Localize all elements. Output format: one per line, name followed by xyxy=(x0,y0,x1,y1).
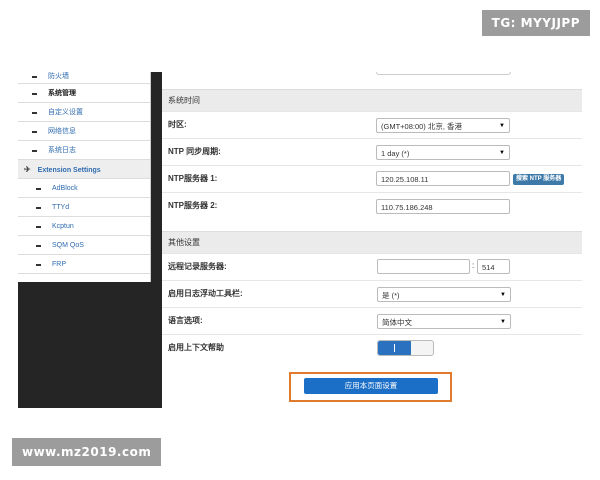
dash-icon xyxy=(32,112,37,114)
ntp-period-select[interactable]: 1 day (*) ▼ xyxy=(376,145,510,160)
sidebar-item-system-log[interactable]: 系统日志 xyxy=(18,141,150,160)
ntp-server-2-input[interactable]: 110.75.186.248 xyxy=(376,199,510,214)
log-toolbar-label: 启用日志浮动工具栏: xyxy=(168,289,243,298)
ntp-period-label: NTP 同步周期: xyxy=(168,147,221,156)
chevron-down-icon: ▼ xyxy=(500,292,506,298)
sidebar-item-label: SQM QoS xyxy=(52,242,84,249)
dash-icon xyxy=(36,245,41,247)
settings-panel: 系统时间 时区: (GMT+08:00) 北京, 香港 ▼ NTP 同步周期: … xyxy=(162,72,582,408)
language-label: 语言选项: xyxy=(168,316,203,325)
ntp-period-row: NTP 同步周期: 1 day (*) ▼ xyxy=(162,138,582,165)
port-separator: : xyxy=(472,261,475,270)
language-row: 语言选项: 简体中文 ▼ xyxy=(162,307,582,334)
sidebar-item-frp[interactable]: FRP xyxy=(18,255,150,274)
dash-icon xyxy=(36,226,41,228)
remote-log-port-value: 514 xyxy=(482,263,495,272)
chevron-down-icon: ▼ xyxy=(499,123,505,129)
dash-icon xyxy=(32,76,37,78)
sidebar-item-label: 自定义设置 xyxy=(48,109,83,116)
remote-log-label: 远程记录服务器: xyxy=(168,262,227,271)
timezone-row: 时区: (GMT+08:00) 北京, 香港 ▼ xyxy=(162,111,582,138)
sidebar-item-sqm-qos[interactable]: SQM QoS xyxy=(18,236,150,255)
dash-icon xyxy=(36,188,41,190)
ntp-server-2-value: 110.75.186.248 xyxy=(381,203,433,212)
dash-icon xyxy=(36,264,41,266)
section-header-other-settings: 其他设置 xyxy=(162,231,582,253)
search-ntp-server-button[interactable]: 搜索 NTP 服务器 xyxy=(513,174,565,185)
sidebar-item-label: 系统日志 xyxy=(48,147,76,154)
sidebar-item-label: 网络信息 xyxy=(48,128,76,135)
language-value: 简体中文 xyxy=(382,318,412,327)
ntp-server-2-label: NTP服务器 2: xyxy=(168,201,218,210)
sidebar-item-system-admin[interactable]: 系统管理 xyxy=(18,84,150,103)
ntp-server-1-input[interactable]: 120.25.108.11 xyxy=(376,171,510,186)
remote-log-host-input[interactable] xyxy=(377,259,470,274)
ntp-server-1-label: NTP服务器 1: xyxy=(168,174,218,183)
log-toolbar-row: 启用日志浮动工具栏: 是 (*) ▼ xyxy=(162,280,582,307)
airplane-icon: ✈ xyxy=(24,165,31,174)
sidebar-item-adblock[interactable]: AdBlock xyxy=(18,179,150,198)
language-select[interactable]: 简体中文 ▼ xyxy=(377,314,511,329)
dash-icon xyxy=(32,93,37,95)
watermark-top-right: TG: MYYJJPP xyxy=(481,10,590,36)
remote-log-row: 远程记录服务器: : 514 xyxy=(162,253,582,280)
sidebar-item-label: 防火墙 xyxy=(48,73,69,80)
remote-log-port-input[interactable]: 514 xyxy=(477,259,510,274)
sidebar-item-kcptun[interactable]: Kcptun xyxy=(18,217,150,236)
sidebar-item-network-info[interactable]: 网络信息 xyxy=(18,122,150,141)
sidebar-item-ttyd[interactable]: TTYd xyxy=(18,198,150,217)
dash-icon xyxy=(32,131,37,133)
timezone-select[interactable]: (GMT+08:00) 北京, 香港 ▼ xyxy=(376,118,510,133)
sidebar-group-label: Extension Settings xyxy=(37,167,101,174)
context-help-toggle[interactable] xyxy=(377,340,434,356)
sidebar-item-label: Kcptun xyxy=(52,223,74,230)
log-toolbar-select[interactable]: 是 (*) ▼ xyxy=(377,287,511,302)
timezone-value: (GMT+08:00) 北京, 香港 xyxy=(381,122,463,131)
ntp-server-1-row: NTP服务器 1: 120.25.108.11 搜索 NTP 服务器 xyxy=(162,165,582,192)
sidebar-item-label: 系统管理 xyxy=(48,90,76,97)
sidebar-group-extension-settings[interactable]: ✈ Extension Settings xyxy=(18,160,150,179)
chevron-down-icon: ▼ xyxy=(499,150,505,156)
watermark-bottom-left: www.mz2019.com xyxy=(12,438,162,466)
truncated-field xyxy=(376,72,511,75)
log-toolbar-value: 是 (*) xyxy=(382,291,400,300)
chevron-down-icon: ▼ xyxy=(500,319,506,325)
sidebar-item-label: AdBlock xyxy=(52,185,78,192)
context-help-row: 启用上下文帮助 xyxy=(162,334,582,362)
context-help-label: 启用上下文帮助 xyxy=(168,343,224,352)
timezone-label: 时区: xyxy=(168,120,187,129)
ntp-period-value: 1 day (*) xyxy=(381,149,410,158)
toggle-on-marker xyxy=(394,344,395,352)
dash-icon xyxy=(32,150,37,152)
apply-settings-button[interactable]: 应用本页面设置 xyxy=(304,378,438,394)
sidebar-item-custom-settings[interactable]: 自定义设置 xyxy=(18,103,150,122)
sidebar-item-firewall[interactable]: 防火墙 xyxy=(18,72,150,84)
ntp-server-1-value: 120.25.108.11 xyxy=(381,175,429,184)
router-settings-screen: 防火墙 系统管理 自定义设置 网络信息 系统日志 ✈ Extension Set… xyxy=(18,72,582,408)
section-header-system-time: 系统时间 xyxy=(162,89,582,111)
dash-icon xyxy=(36,207,41,209)
ntp-server-2-row: NTP服务器 2: 110.75.186.248 xyxy=(162,192,582,219)
sidebar-menu: 防火墙 系统管理 自定义设置 网络信息 系统日志 ✈ Extension Set… xyxy=(18,72,151,282)
